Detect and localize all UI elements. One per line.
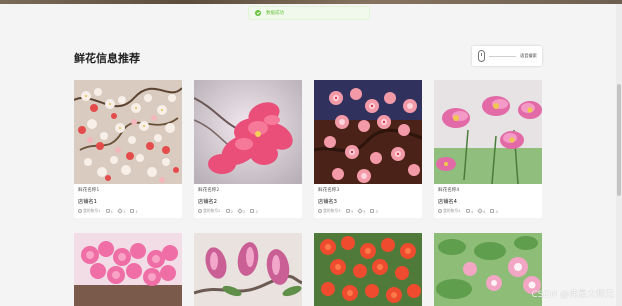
microphone-icon (478, 50, 485, 62)
flower-name: 鲜花名称4 (438, 188, 460, 193)
comment-count: 1 (135, 208, 138, 214)
card-user: 我的账号1 (83, 208, 101, 213)
comment-count: 4 (495, 208, 498, 214)
voice-search-button[interactable]: 语音搜索 (472, 46, 542, 66)
flower-name: 鲜花名称1 (78, 188, 100, 193)
thumb-up-icon (105, 209, 110, 213)
like-count: 4 (470, 208, 474, 214)
flower-card[interactable] (434, 233, 542, 306)
success-toast: 数据成功 (248, 6, 370, 20)
card-meta: 我的账号1 1 1 1 (78, 208, 138, 214)
star-icon (237, 208, 243, 214)
voice-search-label: 语音搜索 (520, 53, 537, 58)
flower-image-graphic (74, 233, 182, 306)
flower-card[interactable] (194, 233, 302, 306)
card-meta: 我的账号3 3 3 3 (318, 208, 378, 214)
thumb-up-icon (225, 209, 230, 213)
toast-message: 数据成功 (266, 11, 284, 16)
star-icon (477, 208, 483, 214)
thumb-up-icon (345, 209, 350, 213)
thumb-up-icon (465, 209, 470, 213)
flower-image[interactable] (194, 80, 302, 184)
page-scrollbar[interactable] (616, 4, 622, 306)
flower-image-graphic (194, 80, 302, 184)
flower-image[interactable] (194, 233, 302, 306)
favorite-count: 3 (363, 208, 366, 214)
flower-image-graphic (434, 80, 542, 184)
shop-name: 店铺名4 (438, 199, 457, 205)
favorite-count: 2 (243, 208, 246, 214)
flower-card[interactable]: 鲜花名称1 店铺名1 我的账号1 1 1 1 (74, 80, 182, 218)
watermark-text: CSDN @伟是大师兄 (531, 290, 614, 300)
comment-count: 3 (375, 208, 378, 214)
flower-name: 鲜花名称3 (318, 188, 340, 193)
voice-divider (489, 56, 516, 57)
flower-image-graphic (314, 80, 422, 184)
comment-icon (130, 209, 135, 213)
user-icon (198, 209, 202, 213)
flower-card[interactable]: 鲜花名称3 店铺名3 我的账号3 3 3 3 (314, 80, 422, 218)
like-count: 1 (110, 208, 114, 214)
comment-count: 2 (255, 208, 258, 214)
flower-image[interactable] (434, 80, 542, 184)
page-title: 鲜花信息推荐 (74, 52, 140, 65)
flower-name: 鲜花名称2 (198, 188, 220, 193)
like-count: 2 (230, 208, 234, 214)
flower-card[interactable]: 鲜花名称2 店铺名2 我的账号2 2 2 2 (194, 80, 302, 218)
star-icon (357, 208, 363, 214)
card-user: 我的账号3 (323, 208, 341, 213)
flower-image[interactable] (314, 80, 422, 184)
shop-name: 店铺名2 (198, 199, 217, 205)
favorite-count: 1 (123, 208, 126, 214)
flower-image[interactable] (74, 233, 182, 306)
flower-card[interactable] (314, 233, 422, 306)
flower-image-graphic (74, 80, 182, 184)
user-icon (438, 209, 442, 213)
user-icon (318, 209, 322, 213)
flower-image[interactable] (314, 233, 422, 306)
favorite-count: 4 (483, 208, 486, 214)
user-icon (78, 209, 82, 213)
flower-image[interactable] (434, 233, 542, 306)
shop-name: 店铺名3 (318, 199, 337, 205)
comment-icon (250, 209, 255, 213)
star-icon (117, 208, 123, 214)
comment-icon (370, 209, 375, 213)
comment-icon (490, 209, 495, 213)
card-user: 我的账号4 (443, 208, 461, 213)
like-count: 3 (350, 208, 354, 214)
card-meta: 我的账号4 4 4 4 (438, 208, 498, 214)
shop-name: 店铺名1 (78, 199, 97, 205)
flower-image-graphic (194, 233, 302, 306)
card-meta: 我的账号2 2 2 2 (198, 208, 258, 214)
flower-image[interactable] (74, 80, 182, 184)
scrollbar-thumb[interactable] (617, 84, 621, 196)
card-user: 我的账号2 (203, 208, 221, 213)
flower-card[interactable] (74, 233, 182, 306)
flower-image-graphic (434, 233, 542, 306)
success-icon (255, 10, 261, 16)
flower-image-graphic (314, 233, 422, 306)
flower-card[interactable]: 鲜花名称4 店铺名4 我的账号4 4 4 4 (434, 80, 542, 218)
